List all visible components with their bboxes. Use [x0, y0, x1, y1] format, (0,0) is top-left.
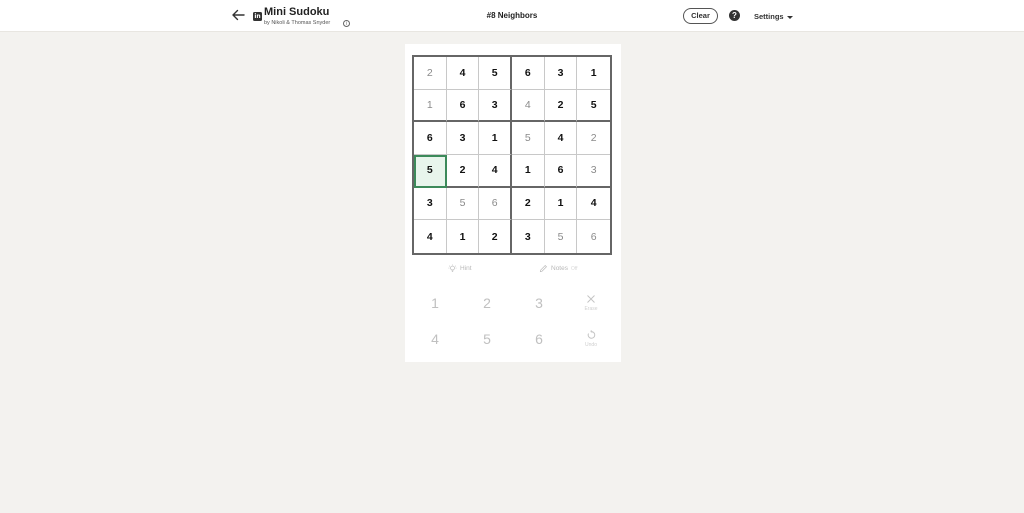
info-icon[interactable]: i — [343, 20, 350, 27]
sudoku-cell-r1c4[interactable]: 6 — [512, 57, 545, 90]
hint-button[interactable]: Hint — [448, 264, 472, 273]
sudoku-cell-r1c6[interactable]: 1 — [577, 57, 610, 90]
undo-label: Undo — [585, 342, 597, 348]
sudoku-cell-r4c5[interactable]: 6 — [544, 155, 578, 188]
sudoku-cell-r3c6[interactable]: 2 — [577, 122, 610, 155]
settings-dropdown[interactable]: Settings — [754, 12, 793, 21]
sudoku-cell-r3c5[interactable]: 4 — [544, 122, 578, 155]
sudoku-cell-r3c4[interactable]: 5 — [512, 122, 545, 155]
undo-icon — [587, 330, 596, 339]
key-3[interactable]: 3 — [519, 287, 559, 319]
sudoku-cell-r2c4[interactable]: 4 — [512, 89, 545, 123]
sudoku-cell-r4c3[interactable]: 4 — [479, 155, 512, 188]
key-4[interactable]: 4 — [415, 323, 455, 355]
app-title: Mini Sudoku — [264, 6, 330, 18]
sudoku-cell-r2c3[interactable]: 3 — [479, 89, 512, 123]
lightbulb-icon — [448, 264, 457, 272]
sudoku-cell-r3c1[interactable]: 6 — [414, 122, 447, 155]
sudoku-cell-r6c2[interactable]: 1 — [447, 220, 480, 253]
sudoku-cell-r5c1[interactable]: 3 — [414, 187, 447, 221]
tool-row: Hint Notes Off — [405, 264, 621, 278]
sudoku-cell-r6c3[interactable]: 2 — [479, 220, 512, 253]
erase-button[interactable]: Erase — [571, 287, 611, 319]
hint-label: Hint — [460, 265, 472, 272]
sudoku-cell-r6c4[interactable]: 3 — [512, 220, 545, 253]
sudoku-cell-r2c5[interactable]: 2 — [544, 89, 578, 123]
arrow-left-icon[interactable] — [229, 6, 247, 24]
sudoku-cell-r3c2[interactable]: 3 — [446, 122, 480, 155]
notes-label: Notes — [551, 265, 568, 272]
sudoku-cell-r2c1[interactable]: 1 — [414, 89, 447, 123]
notes-toggle[interactable]: Notes Off — [539, 264, 578, 273]
key-2[interactable]: 2 — [467, 287, 507, 319]
sudoku-cell-r6c6[interactable]: 6 — [577, 220, 610, 253]
sudoku-cell-r4c1[interactable]: 5 — [414, 155, 447, 188]
sudoku-cell-r5c6[interactable]: 4 — [577, 188, 610, 221]
sudoku-cell-r5c2[interactable]: 5 — [446, 187, 480, 221]
sudoku-cell-r2c6[interactable]: 5 — [577, 90, 610, 123]
settings-label: Settings — [754, 12, 784, 21]
x-icon — [587, 295, 595, 303]
sudoku-cell-r2c2[interactable]: 6 — [446, 89, 480, 123]
top-bar: in Mini Sudoku by Nikoli & Thomas Snyder… — [0, 0, 1024, 32]
undo-button[interactable]: Undo — [571, 323, 611, 355]
sudoku-grid: 245631163425631542524163356214412356 — [414, 57, 610, 253]
sudoku-cell-r4c6[interactable]: 3 — [577, 155, 610, 188]
puzzle-title: #8 Neighbors — [486, 11, 538, 20]
sudoku-cell-r6c1[interactable]: 4 — [414, 220, 447, 253]
sudoku-cell-r1c3[interactable]: 5 — [479, 57, 512, 90]
sudoku-cell-r1c2[interactable]: 4 — [446, 57, 480, 90]
pencil-icon — [539, 265, 547, 273]
clear-button[interactable]: Clear — [683, 8, 718, 24]
key-5[interactable]: 5 — [467, 323, 507, 355]
sudoku-cell-r5c4[interactable]: 2 — [512, 187, 545, 221]
sudoku-cell-r1c5[interactable]: 3 — [544, 57, 578, 90]
sudoku-cell-r4c4[interactable]: 1 — [512, 155, 545, 188]
sudoku-cell-r5c3[interactable]: 6 — [479, 187, 512, 221]
sudoku-cell-r5c5[interactable]: 1 — [544, 187, 578, 221]
sudoku-board: 245631163425631542524163356214412356 — [412, 55, 612, 255]
sudoku-cell-r1c1[interactable]: 2 — [414, 57, 447, 90]
help-icon[interactable]: ? — [729, 10, 740, 21]
notes-state: Off — [570, 265, 578, 272]
sudoku-cell-r3c3[interactable]: 1 — [479, 122, 512, 155]
key-1[interactable]: 1 — [415, 287, 455, 319]
sudoku-cell-r6c5[interactable]: 5 — [545, 220, 578, 253]
caret-down-icon — [786, 15, 793, 19]
erase-label: Erase — [584, 306, 598, 312]
key-6[interactable]: 6 — [519, 323, 559, 355]
sudoku-cell-r4c2[interactable]: 2 — [446, 155, 480, 188]
byline: by Nikoli & Thomas Snyder — [264, 20, 331, 26]
linkedin-logo-icon: in — [253, 12, 262, 21]
